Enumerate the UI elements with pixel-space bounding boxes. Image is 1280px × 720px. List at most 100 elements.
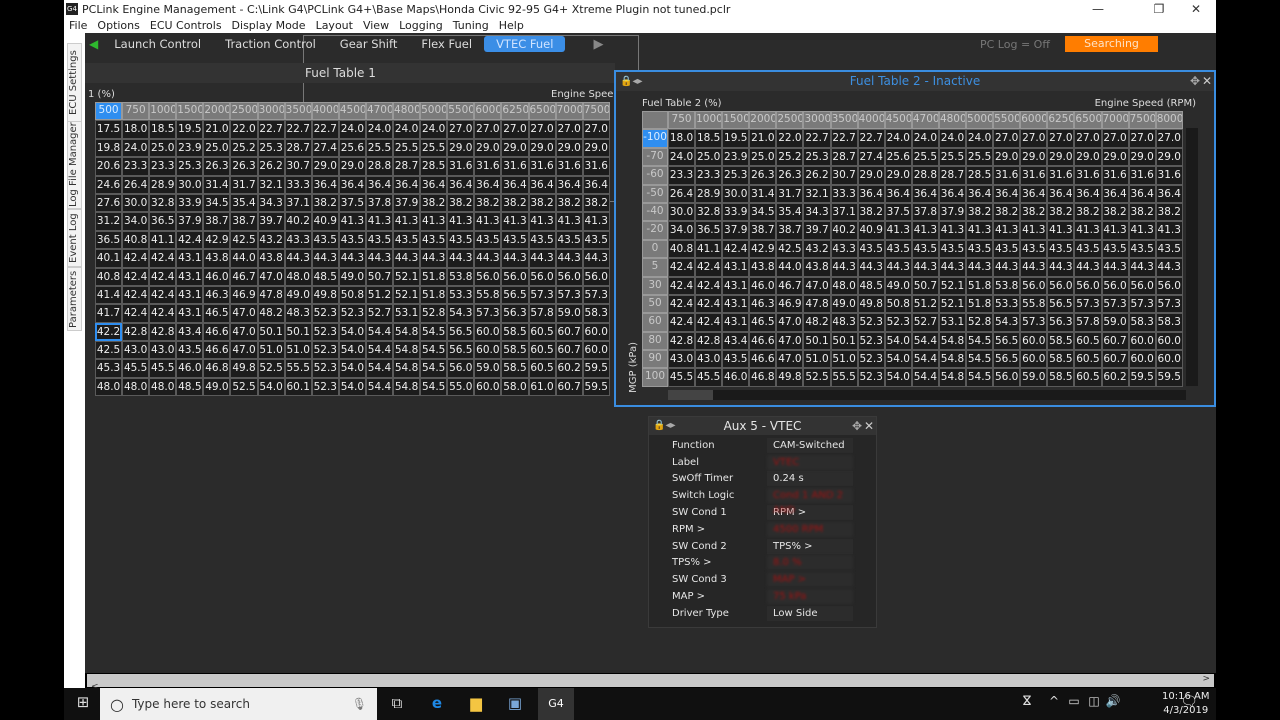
table-cell[interactable]: 60.5 <box>529 323 556 341</box>
column-header[interactable]: 6000 <box>474 102 501 120</box>
table-cell[interactable]: 31.6 <box>993 166 1020 184</box>
table-cell[interactable]: 46.5 <box>749 313 776 331</box>
aux-setting-value[interactable]: VTEC <box>767 455 853 470</box>
table-cell[interactable]: 51.8 <box>420 286 447 304</box>
table-cell[interactable]: 59.5 <box>583 359 610 377</box>
table-cell[interactable]: 29.0 <box>1156 148 1183 166</box>
table-cell[interactable]: 36.4 <box>501 176 528 194</box>
table-cell[interactable]: 26.4 <box>122 176 149 194</box>
table-cell[interactable]: 29.0 <box>1020 148 1047 166</box>
table-cell[interactable]: 55.8 <box>474 286 501 304</box>
table-cell[interactable]: 36.4 <box>1074 185 1101 203</box>
table-cell[interactable]: 32.1 <box>803 185 830 203</box>
column-header[interactable]: 750 <box>122 102 149 120</box>
column-header[interactable]: 5000 <box>420 102 447 120</box>
table-cell[interactable]: 43.5 <box>474 231 501 249</box>
table-cell[interactable]: 44.3 <box>1102 258 1129 276</box>
table-cell[interactable]: 44.3 <box>556 249 583 267</box>
table-cell[interactable]: 60.0 <box>1020 332 1047 350</box>
table-cell[interactable]: 56.5 <box>1047 295 1074 313</box>
table-cell[interactable]: 52.5 <box>258 359 285 377</box>
table-cell[interactable]: 29.0 <box>858 166 885 184</box>
table-cell[interactable]: 56.0 <box>1074 277 1101 295</box>
table-cell[interactable]: 43.5 <box>1129 240 1156 258</box>
table-cell[interactable]: 54.5 <box>966 368 993 386</box>
table-cell[interactable]: 53.3 <box>993 295 1020 313</box>
table-cell[interactable]: 43.3 <box>831 240 858 258</box>
table-cell[interactable]: 27.0 <box>583 120 610 138</box>
table-cell[interactable]: 56.5 <box>501 286 528 304</box>
column-header[interactable]: 6250 <box>1047 111 1074 129</box>
table-cell[interactable]: 57.3 <box>1102 295 1129 313</box>
table-cell[interactable]: 42.5 <box>230 231 257 249</box>
table-cell[interactable]: 45.5 <box>122 359 149 377</box>
table-cell[interactable]: 51.8 <box>420 268 447 286</box>
table-cell[interactable]: 46.7 <box>776 277 803 295</box>
table-cell[interactable]: 42.5 <box>776 240 803 258</box>
column-header[interactable]: 4500 <box>339 102 366 120</box>
table-cell[interactable]: 59.0 <box>556 304 583 322</box>
table-cell[interactable]: 60.0 <box>474 378 501 396</box>
table-cell[interactable]: 25.5 <box>912 148 939 166</box>
table-cell[interactable]: 60.7 <box>556 323 583 341</box>
table-cell[interactable]: 56.5 <box>447 323 474 341</box>
table-cell[interactable]: 25.3 <box>258 139 285 157</box>
table-cell[interactable]: 43.5 <box>366 231 393 249</box>
table-cell[interactable]: 38.2 <box>420 194 447 212</box>
table-cell[interactable]: 43.5 <box>993 240 1020 258</box>
table-cell[interactable]: 50.7 <box>366 268 393 286</box>
table-cell[interactable]: 54.8 <box>939 368 966 386</box>
column-header[interactable]: 500 <box>95 102 122 120</box>
table-cell[interactable]: 49.8 <box>312 286 339 304</box>
table-cell[interactable]: 41.3 <box>912 221 939 239</box>
table-cell[interactable]: 26.3 <box>749 166 776 184</box>
table-cell[interactable]: 44.3 <box>529 249 556 267</box>
table-cell[interactable]: 30.0 <box>722 185 749 203</box>
table-cell[interactable]: 32.1 <box>258 176 285 194</box>
table-cell[interactable]: 60.0 <box>1156 332 1183 350</box>
menu-ecu-controls[interactable]: ECU Controls <box>150 19 222 32</box>
table-cell[interactable]: 42.4 <box>122 286 149 304</box>
table-cell[interactable]: 59.0 <box>474 359 501 377</box>
table-cell[interactable]: 48.5 <box>858 277 885 295</box>
main-horizontal-scrollbar[interactable]: < > <box>87 674 1214 687</box>
table-cell[interactable]: 42.4 <box>695 277 722 295</box>
table-cell[interactable]: 17.5 <box>95 120 122 138</box>
table-cell[interactable]: 43.0 <box>122 341 149 359</box>
table-cell[interactable]: 31.6 <box>1129 166 1156 184</box>
column-header[interactable]: 5500 <box>993 111 1020 129</box>
table-cell[interactable]: 36.5 <box>149 212 176 230</box>
table-cell[interactable]: 27.0 <box>1020 129 1047 147</box>
table-cell[interactable]: 46.6 <box>749 332 776 350</box>
table-cell[interactable]: 54.8 <box>939 350 966 368</box>
table-cell[interactable]: 52.1 <box>939 295 966 313</box>
table-cell[interactable]: 24.0 <box>339 120 366 138</box>
table-cell[interactable]: 26.3 <box>230 157 257 175</box>
tab-traction-control[interactable]: Traction Control <box>213 37 328 51</box>
table-cell[interactable]: 43.5 <box>312 231 339 249</box>
table-cell[interactable]: 39.7 <box>803 221 830 239</box>
minimize-button[interactable]: — <box>1080 0 1116 18</box>
table-cell[interactable]: 58.5 <box>1047 332 1074 350</box>
table-cell[interactable]: 34.3 <box>803 203 830 221</box>
table-cell[interactable]: 41.3 <box>939 221 966 239</box>
table-cell[interactable]: 46.9 <box>230 286 257 304</box>
table-cell[interactable]: 29.0 <box>583 139 610 157</box>
table-cell[interactable]: 57.3 <box>1074 295 1101 313</box>
table-cell[interactable]: 44.3 <box>885 258 912 276</box>
table-cell[interactable]: 29.0 <box>993 148 1020 166</box>
vertical-scrollbar[interactable] <box>1186 128 1198 386</box>
table-cell[interactable]: 44.3 <box>939 258 966 276</box>
move-icon[interactable]: ✥ <box>1190 72 1200 91</box>
table-cell[interactable]: 52.3 <box>858 350 885 368</box>
taskbar-search-box[interactable]: ○ Type here to search 🎙 <box>100 688 377 720</box>
lock-icon[interactable]: 🔒◂▸ <box>620 72 643 91</box>
table-cell[interactable]: 43.4 <box>176 323 203 341</box>
aux-setting-value[interactable]: 4500 RPM <box>767 522 853 537</box>
table-cell[interactable]: 49.0 <box>339 268 366 286</box>
table-cell[interactable]: 60.2 <box>1102 368 1129 386</box>
table-cell[interactable]: 56.0 <box>474 268 501 286</box>
table-cell[interactable]: 60.7 <box>1102 332 1129 350</box>
table-cell[interactable]: 46.6 <box>203 323 230 341</box>
table-cell[interactable]: 43.5 <box>501 231 528 249</box>
